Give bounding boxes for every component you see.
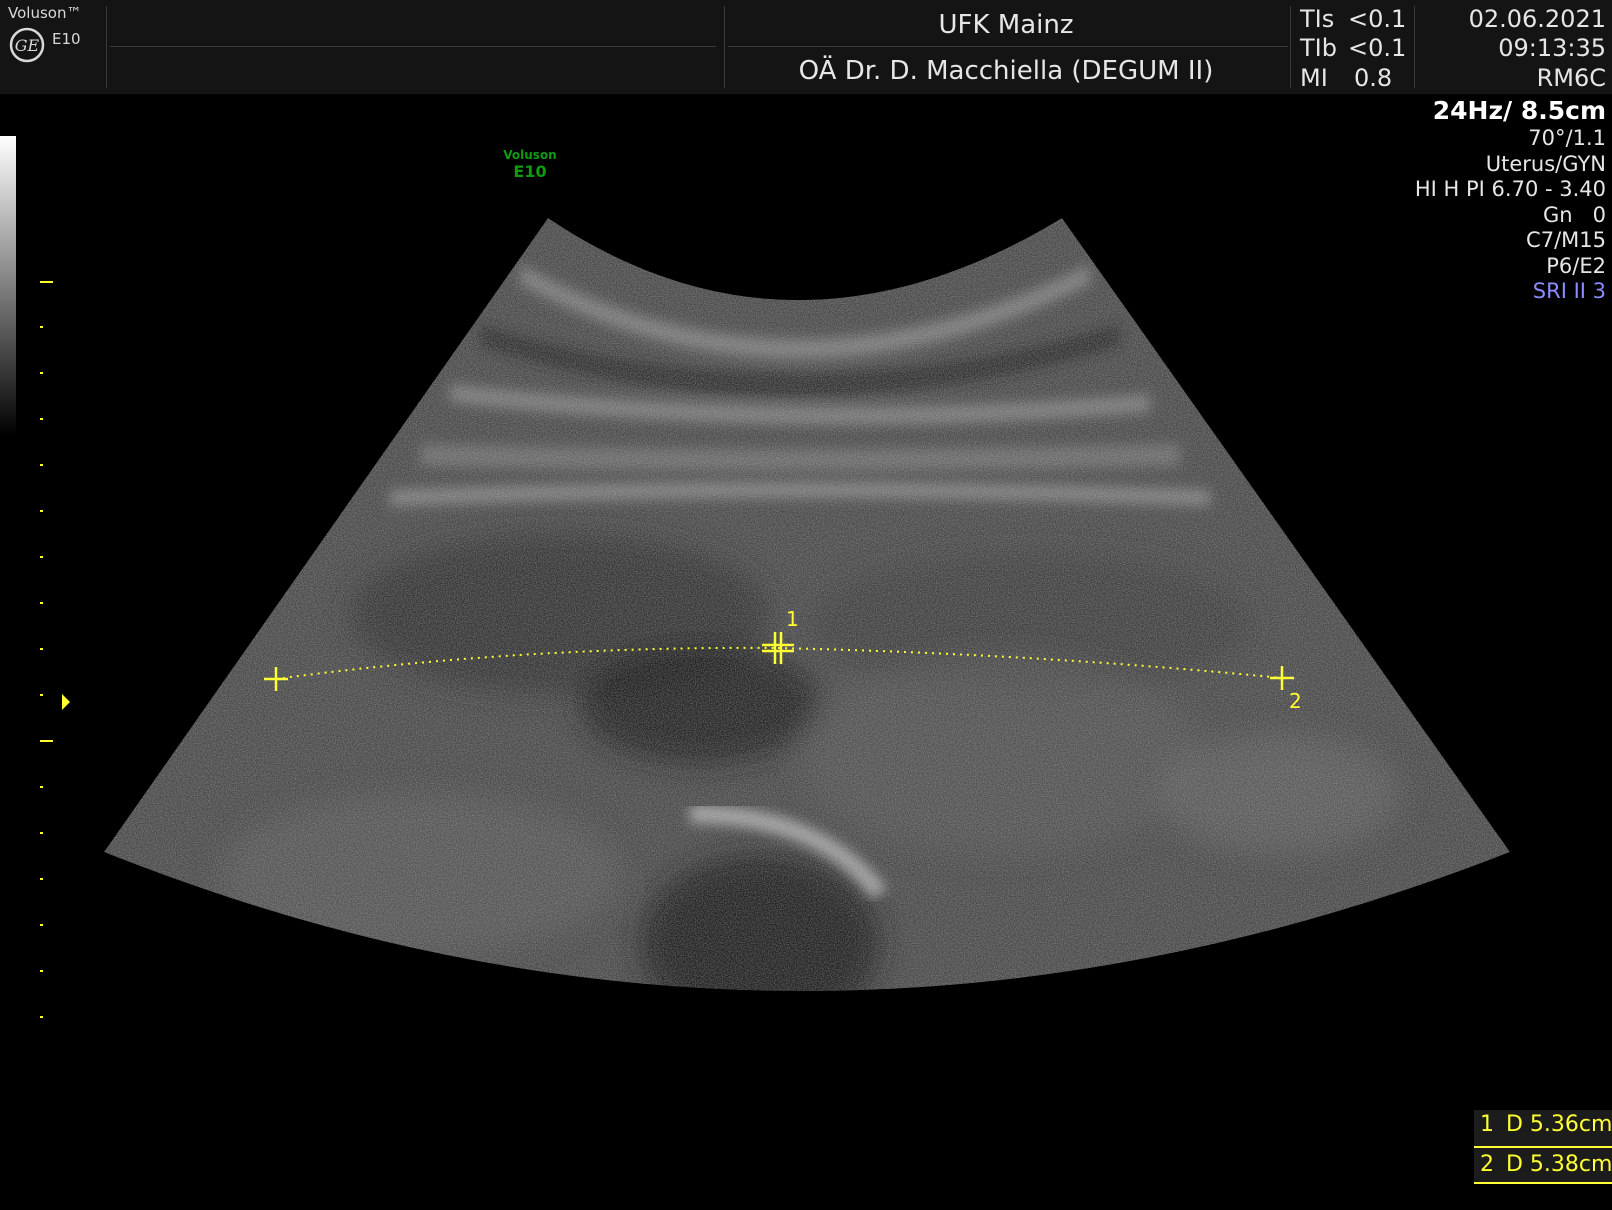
measurement-divider: [1474, 1146, 1612, 1148]
param-preset: Uterus/GYN: [1485, 151, 1606, 176]
header-divider: [1290, 6, 1291, 88]
index-mi: MI 0.8: [1300, 64, 1393, 92]
param-sri: SRI II 3: [1532, 279, 1606, 303]
header-divider: [106, 6, 107, 88]
param-frame-depth: 24Hz/ 8.5cm: [1432, 96, 1606, 125]
header-divider: [728, 46, 1288, 47]
header-divider: [724, 6, 725, 88]
ge-logo-icon: GE: [9, 27, 45, 63]
scan-area: 1 2 Voluson E10 24Hz/ 8.5cm 70°/1.1 Uter…: [0, 94, 1612, 1210]
param-gain: Gn 0: [1543, 202, 1606, 227]
header-divider: [1414, 6, 1415, 88]
measurement-row-2: 2D 5.38cm: [1480, 1152, 1612, 1177]
index-tis: TIs <0.1: [1300, 5, 1407, 33]
param-contrast: C7/M15: [1526, 228, 1606, 252]
parameter-panel: 24Hz/ 8.5cm 70°/1.1 Uterus/GYN HI H PI 6…: [1415, 96, 1606, 305]
focus-marker-icon[interactable]: [62, 694, 70, 710]
image-logo: Voluson E10: [495, 148, 565, 181]
exam-time: 09:13:35: [1498, 34, 1606, 62]
measurement-divider: [1474, 1182, 1612, 1184]
depth-scale: [40, 281, 53, 1018]
operator-name: OÄ Dr. D. Macchiella (DEGUM II): [798, 56, 1214, 86]
grayscale-bar: [0, 136, 16, 436]
index-tib: TIb <0.1: [1300, 34, 1407, 62]
exam-date: 02.06.2021: [1468, 5, 1606, 33]
ultrasound-image[interactable]: 1 2: [0, 94, 1612, 1210]
model-label: E10: [52, 30, 81, 48]
param-power: P6/E2: [1546, 253, 1606, 278]
param-harmonic: HI H PI 6.70 - 3.40: [1414, 177, 1606, 201]
header-bar: Voluson™ GE E10 UFK Mainz OÄ Dr. D. Macc…: [0, 0, 1612, 94]
image-logo-model: E10: [513, 162, 547, 181]
marker-label-2: 2: [1289, 689, 1302, 713]
marker-label-1: 1: [786, 607, 799, 631]
institution-name: UFK Mainz: [938, 10, 1074, 40]
header-divider: [110, 46, 716, 47]
probe-name: RM6C: [1536, 64, 1606, 92]
measurement-results: 1D 5.36cm 2D 5.38cm: [1474, 1110, 1612, 1184]
image-logo-brand: Voluson: [503, 148, 557, 162]
measurement-row-1: 1D 5.36cm: [1480, 1112, 1612, 1137]
brand-label: Voluson™: [8, 4, 82, 22]
param-angle: 70°/1.1: [1528, 126, 1606, 150]
svg-text:GE: GE: [15, 36, 40, 55]
scan-sector: [104, 218, 1510, 991]
